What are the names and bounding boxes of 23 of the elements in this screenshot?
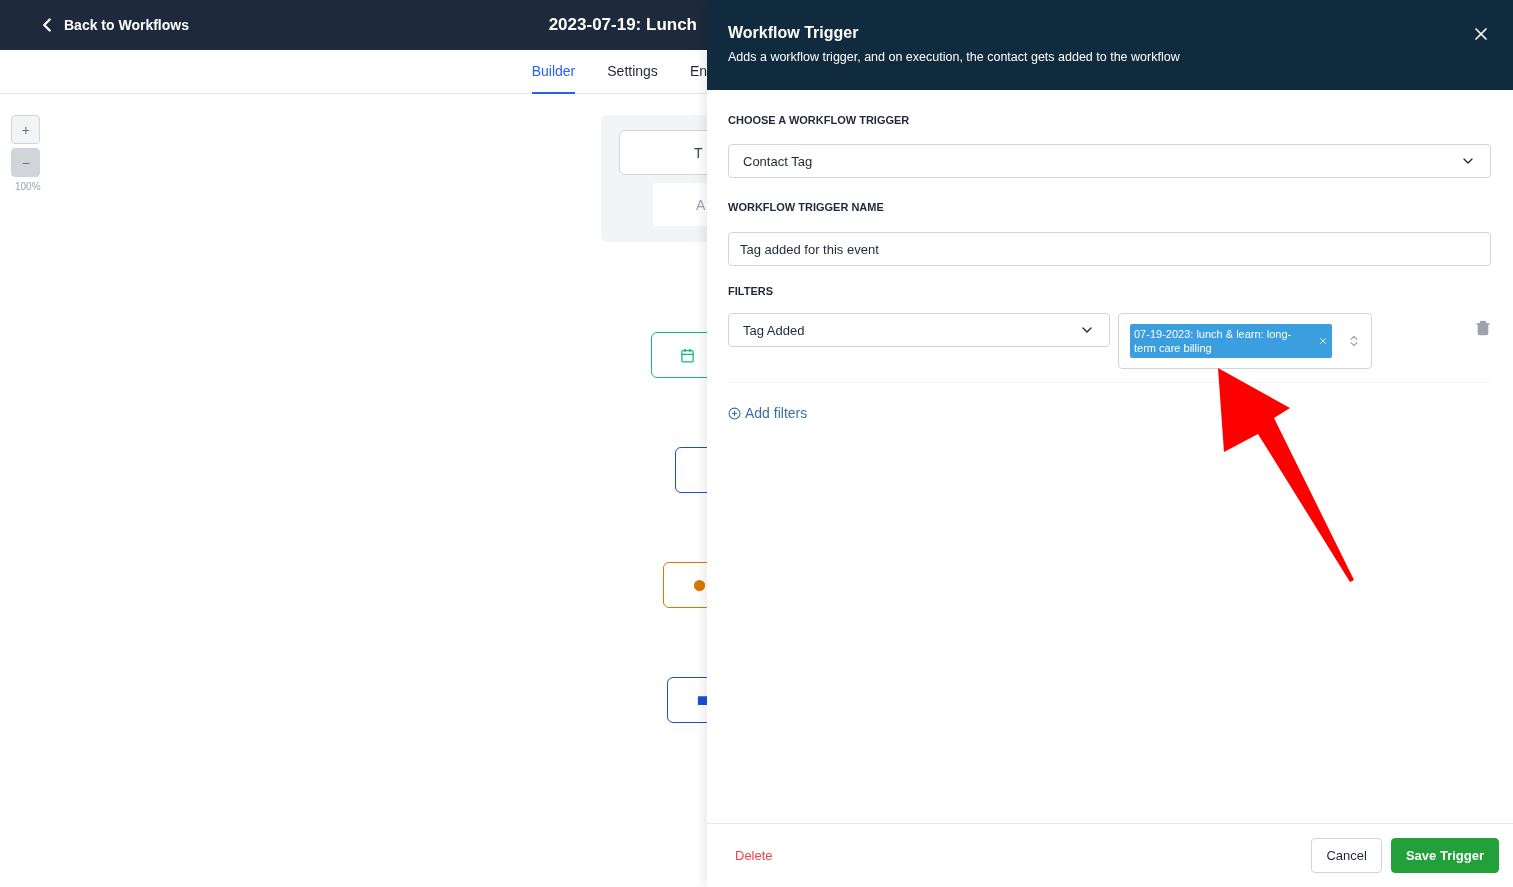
- zoom-level: 100%: [15, 181, 41, 192]
- tag-chip: 07-19-2023: lunch & learn: long-term care billing: [1130, 324, 1332, 358]
- zoom-in-button[interactable]: +: [11, 115, 41, 144]
- field-label: WORKFLOW TRIGGER NAME: [728, 201, 885, 213]
- back-link[interactable]: Back to Workflows: [36, 14, 189, 36]
- field-label: CHOOSE A WORKFLOW TRIGGER: [728, 114, 911, 126]
- trigger-select[interactable]: Contact Tag: [728, 144, 1491, 178]
- delete-icon[interactable]: [1475, 320, 1491, 336]
- tab[interactable]: Settings: [607, 50, 658, 94]
- trigger-node[interactable]: T: [619, 130, 707, 175]
- add-filters-link[interactable]: Add filters: [728, 405, 808, 421]
- cancel-button[interactable]: Cancel: [1311, 838, 1382, 873]
- workflow-title: 2023-07-19: Lunch: [548, 15, 697, 35]
- delete-button[interactable]: Delete: [735, 848, 773, 863]
- filter-select[interactable]: Tag Added: [728, 313, 1110, 347]
- calendar-icon: [680, 347, 695, 363]
- remove-tag-icon[interactable]: [1318, 336, 1328, 346]
- drawer-subtitle: Adds a workflow trigger, and on execution, the contact gets added to the workflow: [728, 50, 1181, 64]
- field-label: FILTERS: [728, 285, 774, 297]
- drawer-title: Workflow Trigger: [728, 24, 859, 42]
- name-input-field[interactable]: Tag added for this event: [728, 232, 1491, 266]
- tab[interactable]: En: [689, 50, 707, 94]
- plus-circle-icon: [728, 406, 741, 420]
